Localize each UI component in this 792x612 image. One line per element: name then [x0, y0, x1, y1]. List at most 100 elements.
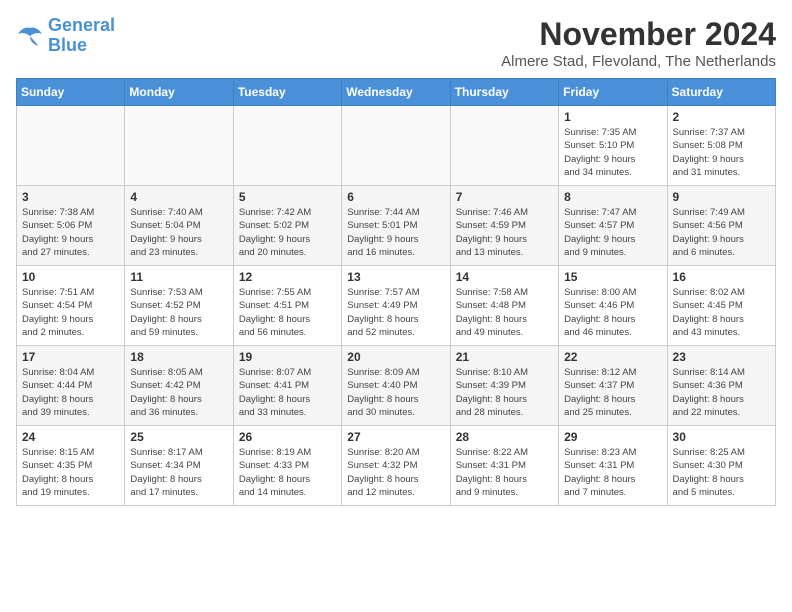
day-info: Sunrise: 7:38 AM Sunset: 5:06 PM Dayligh… [22, 206, 119, 259]
day-info: Sunrise: 7:40 AM Sunset: 5:04 PM Dayligh… [130, 206, 227, 259]
day-number: 15 [564, 270, 661, 284]
day-number: 22 [564, 350, 661, 364]
week-row-1: 1 Sunrise: 7:35 AM Sunset: 5:10 PM Daylig… [17, 106, 776, 186]
day-number: 4 [130, 190, 227, 204]
calendar-table: SundayMondayTuesdayWednesdayThursdayFrid… [16, 78, 776, 506]
day-number: 2 [673, 110, 770, 124]
day-cell: 20 Sunrise: 8:09 AM Sunset: 4:40 PM Dayli… [342, 346, 450, 426]
day-number: 17 [22, 350, 119, 364]
day-info: Sunrise: 7:35 AM Sunset: 5:10 PM Dayligh… [564, 126, 661, 179]
day-info: Sunrise: 8:05 AM Sunset: 4:42 PM Dayligh… [130, 366, 227, 419]
day-cell: 19Sunrise: 8:07 AM Sunset: 4:41 PM Dayli… [233, 346, 341, 426]
day-number: 16 [673, 270, 770, 284]
day-cell: 24 Sunrise: 8:15 AM Sunset: 4:35 PM Dayli… [17, 426, 125, 506]
title-area: November 2024 Almere Stad, Flevoland, Th… [501, 16, 776, 70]
day-number: 5 [239, 190, 336, 204]
day-cell: 2 Sunrise: 7:37 AM Sunset: 5:08 PM Daylig… [667, 106, 775, 186]
day-number: 18 [130, 350, 227, 364]
day-info: Sunrise: 7:57 AM Sunset: 4:49 PM Dayligh… [347, 286, 444, 339]
day-number: 24 [22, 430, 119, 444]
day-cell: 13Sunrise: 7:57 AM Sunset: 4:49 PM Dayli… [342, 266, 450, 346]
day-info: Sunrise: 7:51 AM Sunset: 4:54 PM Dayligh… [22, 286, 119, 339]
logo-line2: Blue [48, 35, 87, 55]
weekday-header-thursday: Thursday [450, 79, 558, 106]
day-info: Sunrise: 7:47 AM Sunset: 4:57 PM Dayligh… [564, 206, 661, 259]
day-cell [17, 106, 125, 186]
weekday-header-sunday: Sunday [17, 79, 125, 106]
day-info: Sunrise: 8:02 AM Sunset: 4:45 PM Dayligh… [673, 286, 770, 339]
logo-icon [16, 24, 44, 48]
day-info: Sunrise: 7:42 AM Sunset: 5:02 PM Dayligh… [239, 206, 336, 259]
day-info: Sunrise: 7:58 AM Sunset: 4:48 PM Dayligh… [456, 286, 553, 339]
week-row-3: 10 Sunrise: 7:51 AM Sunset: 4:54 PM Dayli… [17, 266, 776, 346]
day-cell: 1 Sunrise: 7:35 AM Sunset: 5:10 PM Daylig… [559, 106, 667, 186]
day-number: 1 [564, 110, 661, 124]
day-info: Sunrise: 8:15 AM Sunset: 4:35 PM Dayligh… [22, 446, 119, 499]
day-number: 29 [564, 430, 661, 444]
day-cell: 12Sunrise: 7:55 AM Sunset: 4:51 PM Dayli… [233, 266, 341, 346]
day-cell: 30Sunrise: 8:25 AM Sunset: 4:30 PM Dayli… [667, 426, 775, 506]
day-info: Sunrise: 8:17 AM Sunset: 4:34 PM Dayligh… [130, 446, 227, 499]
day-number: 20 [347, 350, 444, 364]
day-info: Sunrise: 8:22 AM Sunset: 4:31 PM Dayligh… [456, 446, 553, 499]
day-cell: 8 Sunrise: 7:47 AM Sunset: 4:57 PM Daylig… [559, 186, 667, 266]
day-cell: 3 Sunrise: 7:38 AM Sunset: 5:06 PM Daylig… [17, 186, 125, 266]
day-info: Sunrise: 8:12 AM Sunset: 4:37 PM Dayligh… [564, 366, 661, 419]
day-cell: 21Sunrise: 8:10 AM Sunset: 4:39 PM Dayli… [450, 346, 558, 426]
logo-line1: General [48, 15, 115, 35]
weekday-header-wednesday: Wednesday [342, 79, 450, 106]
day-number: 25 [130, 430, 227, 444]
day-number: 23 [673, 350, 770, 364]
day-info: Sunrise: 7:55 AM Sunset: 4:51 PM Dayligh… [239, 286, 336, 339]
day-info: Sunrise: 7:37 AM Sunset: 5:08 PM Dayligh… [673, 126, 770, 179]
week-row-4: 17 Sunrise: 8:04 AM Sunset: 4:44 PM Dayli… [17, 346, 776, 426]
day-cell [233, 106, 341, 186]
day-cell: 18 Sunrise: 8:05 AM Sunset: 4:42 PM Dayli… [125, 346, 233, 426]
weekday-header-tuesday: Tuesday [233, 79, 341, 106]
day-number: 30 [673, 430, 770, 444]
logo-text: General Blue [48, 16, 115, 56]
weekday-header-monday: Monday [125, 79, 233, 106]
day-cell: 29Sunrise: 8:23 AM Sunset: 4:31 PM Dayli… [559, 426, 667, 506]
day-cell: 17 Sunrise: 8:04 AM Sunset: 4:44 PM Dayli… [17, 346, 125, 426]
day-number: 8 [564, 190, 661, 204]
day-info: Sunrise: 8:14 AM Sunset: 4:36 PM Dayligh… [673, 366, 770, 419]
day-number: 14 [456, 270, 553, 284]
day-cell: 5 Sunrise: 7:42 AM Sunset: 5:02 PM Daylig… [233, 186, 341, 266]
day-number: 27 [347, 430, 444, 444]
weekday-header-saturday: Saturday [667, 79, 775, 106]
day-number: 19 [239, 350, 336, 364]
day-number: 28 [456, 430, 553, 444]
day-info: Sunrise: 8:00 AM Sunset: 4:46 PM Dayligh… [564, 286, 661, 339]
day-info: Sunrise: 7:49 AM Sunset: 4:56 PM Dayligh… [673, 206, 770, 259]
day-number: 7 [456, 190, 553, 204]
day-info: Sunrise: 8:04 AM Sunset: 4:44 PM Dayligh… [22, 366, 119, 419]
day-number: 6 [347, 190, 444, 204]
day-info: Sunrise: 7:44 AM Sunset: 5:01 PM Dayligh… [347, 206, 444, 259]
week-row-5: 24 Sunrise: 8:15 AM Sunset: 4:35 PM Dayli… [17, 426, 776, 506]
day-cell: 15 Sunrise: 8:00 AM Sunset: 4:46 PM Dayli… [559, 266, 667, 346]
day-cell [342, 106, 450, 186]
day-info: Sunrise: 7:46 AM Sunset: 4:59 PM Dayligh… [456, 206, 553, 259]
day-info: Sunrise: 7:53 AM Sunset: 4:52 PM Dayligh… [130, 286, 227, 339]
day-cell [450, 106, 558, 186]
day-info: Sunrise: 8:20 AM Sunset: 4:32 PM Dayligh… [347, 446, 444, 499]
location-title: Almere Stad, Flevoland, The Netherlands [501, 53, 776, 70]
day-info: Sunrise: 8:19 AM Sunset: 4:33 PM Dayligh… [239, 446, 336, 499]
day-number: 11 [130, 270, 227, 284]
day-cell: 16 Sunrise: 8:02 AM Sunset: 4:45 PM Dayli… [667, 266, 775, 346]
weekday-header-row: SundayMondayTuesdayWednesdayThursdayFrid… [17, 79, 776, 106]
day-cell: 22 Sunrise: 8:12 AM Sunset: 4:37 PM Dayli… [559, 346, 667, 426]
month-title: November 2024 [501, 16, 776, 53]
day-number: 10 [22, 270, 119, 284]
day-number: 9 [673, 190, 770, 204]
header: General Blue November 2024 Almere Stad, … [16, 16, 776, 70]
day-cell: 9 Sunrise: 7:49 AM Sunset: 4:56 PM Daylig… [667, 186, 775, 266]
day-cell: 14 Sunrise: 7:58 AM Sunset: 4:48 PM Dayli… [450, 266, 558, 346]
day-cell: 10 Sunrise: 7:51 AM Sunset: 4:54 PM Dayli… [17, 266, 125, 346]
weekday-header-friday: Friday [559, 79, 667, 106]
day-cell: 11 Sunrise: 7:53 AM Sunset: 4:52 PM Dayli… [125, 266, 233, 346]
day-number: 3 [22, 190, 119, 204]
day-cell: 25 Sunrise: 8:17 AM Sunset: 4:34 PM Dayli… [125, 426, 233, 506]
day-info: Sunrise: 8:09 AM Sunset: 4:40 PM Dayligh… [347, 366, 444, 419]
